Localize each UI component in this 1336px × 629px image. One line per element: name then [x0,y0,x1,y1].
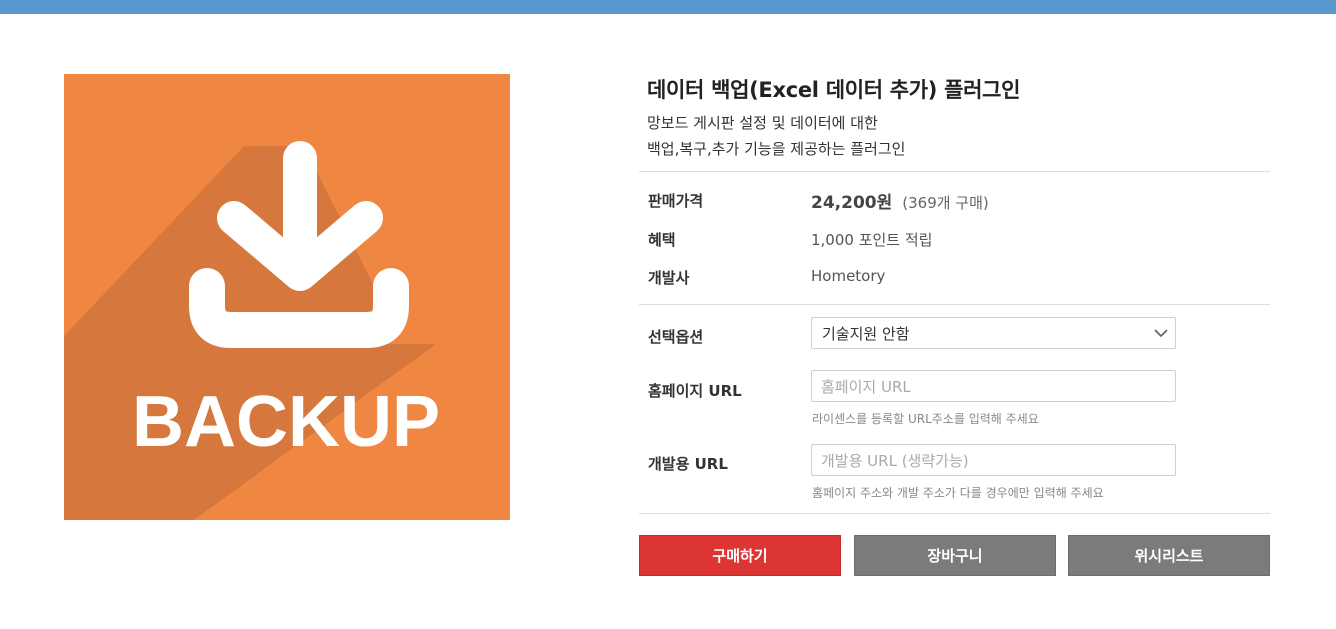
homepage-url-label: 홈페이지 URL [648,382,742,400]
price: 24,200원 [811,193,893,213]
subtitle-line-2: 백업,복구,추가 기능을 제공하는 플러그인 [647,140,906,158]
option-select-value: 기술지원 안함 [822,324,910,343]
benefit-label: 혜택 [648,231,676,249]
top-bar [0,0,1336,14]
dev-url-label: 개발용 URL [648,455,728,473]
subtitle-line-1: 망보드 게시판 설정 및 데이터에 대한 [647,114,878,132]
buy-button[interactable]: 구매하기 [639,535,841,576]
product-title: 데이터 백업(Excel 데이터 추가) 플러그인 [647,78,1021,102]
homepage-url-hint: 라이센스를 등록할 URL주소를 입력해 주세요 [812,412,1039,426]
benefit-value: 1,000 포인트 적립 [811,231,933,249]
developer-value: Hometory [811,267,886,285]
price-value: 24,200원 (369개 구매) [811,188,989,213]
homepage-url-input[interactable]: 홈페이지 URL [811,370,1176,402]
divider [639,513,1270,514]
wishlist-button[interactable]: 위시리스트 [1068,535,1270,576]
chevron-down-icon [1154,329,1168,338]
backup-text: BACKUP [132,382,440,462]
developer-label: 개발사 [648,269,690,287]
purchase-count: (369개 구매) [902,194,989,212]
homepage-url-placeholder: 홈페이지 URL [821,377,911,396]
dev-url-input[interactable]: 개발용 URL (생략가능) [811,444,1176,476]
product-subtitle: 망보드 게시판 설정 및 데이터에 대한 백업,복구,추가 기능을 제공하는 플… [647,110,905,162]
divider [639,171,1270,172]
option-select-label: 선택옵션 [648,328,704,346]
price-label: 판매가격 [648,192,704,210]
cart-button[interactable]: 장바구니 [854,535,1056,576]
option-select[interactable]: 기술지원 안함 [811,317,1176,349]
dev-url-placeholder: 개발용 URL (생략가능) [821,451,969,470]
dev-url-hint: 홈페이지 주소와 개발 주소가 다를 경우에만 입력해 주세요 [812,486,1104,500]
divider [639,304,1270,305]
product-image: BACKUP [64,74,510,520]
